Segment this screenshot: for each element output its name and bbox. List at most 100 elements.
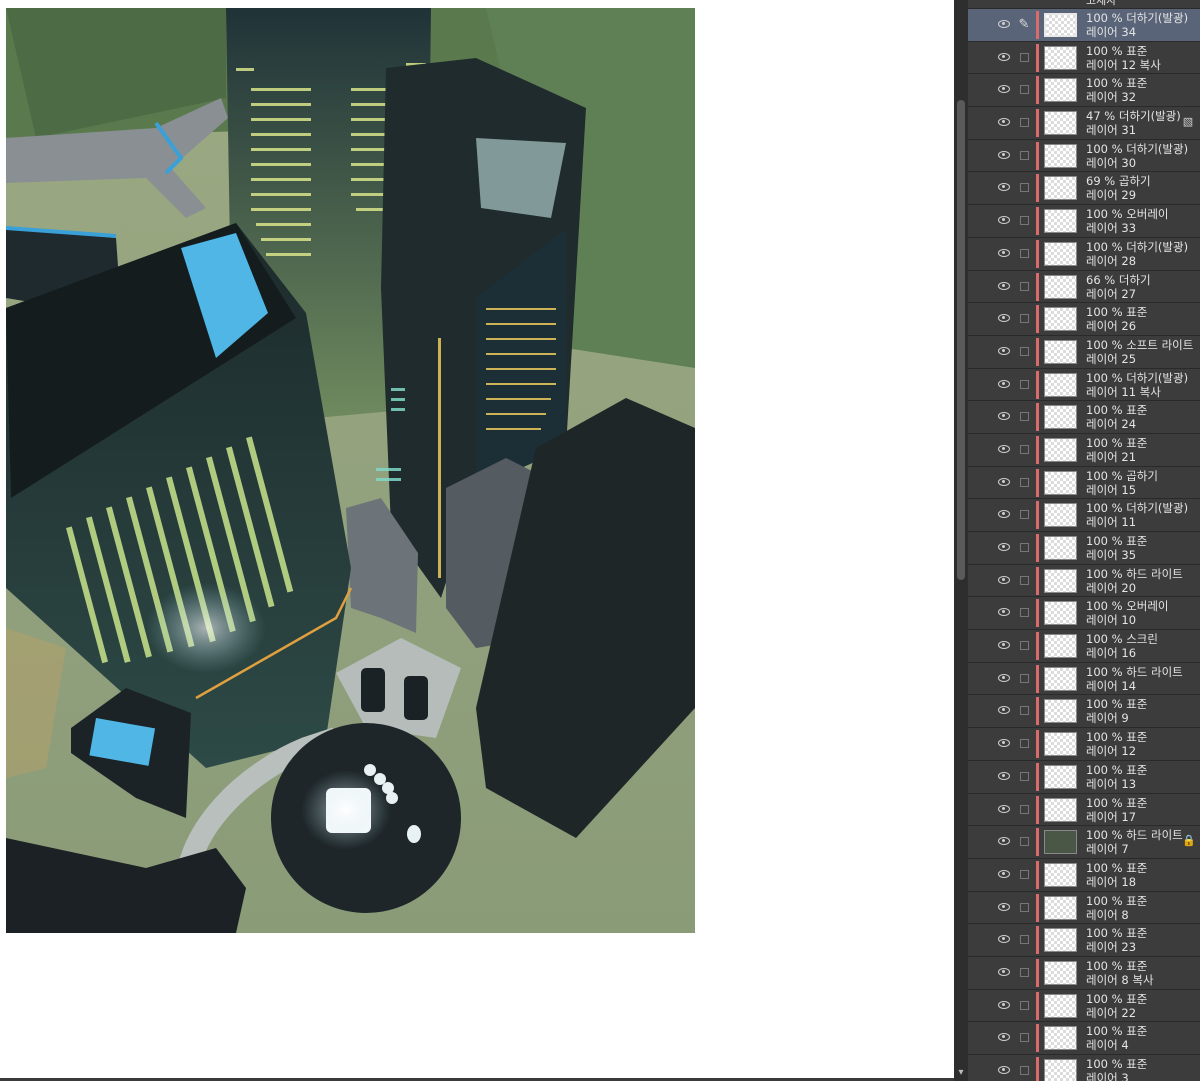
edit-target-checkbox[interactable] [1020,314,1029,324]
layer-thumbnail[interactable] [1044,372,1077,397]
layer-row[interactable]: 100 % 표준 레이어 21 [968,433,1200,467]
eye-icon[interactable] [998,1033,1010,1042]
edit-target-checkbox[interactable] [1020,412,1029,422]
layer-thumbnail[interactable] [1044,307,1077,332]
layer-thumbnail[interactable] [1044,111,1077,136]
eye-icon[interactable] [998,608,1010,617]
edit-target-checkbox[interactable] [1020,543,1029,552]
layer-thumbnail[interactable] [1044,960,1077,985]
pencil-icon[interactable]: ✎ [1016,16,1032,34]
layer-row[interactable]: 100 % 하드 라이트 레이어 20 [968,564,1200,598]
edit-target-checkbox[interactable] [1020,869,1029,879]
layer-row[interactable]: 47 % 더하기(발광) 레이어 31 ▧ [968,107,1200,140]
edit-target-checkbox[interactable] [1020,1000,1029,1010]
layer-thumbnail[interactable] [1044,764,1077,789]
layer-thumbnail[interactable] [1044,143,1077,168]
layer-row[interactable]: 100 % 표준 레이어 17 [968,793,1200,827]
layer-row[interactable]: 100 % 하드 라이트 레이어 7 🔒 [968,826,1200,859]
eye-icon[interactable] [998,248,1010,257]
layer-row[interactable]: 100 % 오버레이 레이어 10 [968,597,1200,631]
eye-icon[interactable] [998,804,1010,813]
layer-row[interactable]: 100 % 표준 레이어 22 [968,989,1200,1023]
layer-thumbnail[interactable] [1044,993,1077,1018]
layer-row[interactable]: 100 % 표준 레이어 24 [968,401,1200,434]
eye-icon[interactable] [998,216,1010,225]
layer-thumbnail[interactable] [1044,176,1077,201]
eye-icon[interactable] [998,935,1010,944]
eye-icon[interactable] [998,739,1010,748]
eye-icon[interactable] [998,379,1010,388]
eye-icon[interactable] [998,869,1010,878]
layer-thumbnail[interactable] [1044,732,1077,757]
eye-icon[interactable] [998,771,1010,780]
edit-target-checkbox[interactable] [1020,248,1029,258]
layer-thumbnail[interactable] [1044,895,1077,920]
edit-target-checkbox[interactable] [1020,608,1029,618]
eye-icon[interactable] [998,543,1010,551]
layer-thumbnail[interactable] [1044,470,1077,495]
layer-row[interactable]: 100 % 표준 레이어 26 [968,303,1200,336]
eye-icon[interactable] [998,444,1010,453]
layer-thumbnail[interactable] [1044,13,1077,37]
layer-thumbnail[interactable] [1044,536,1077,560]
layer-thumbnail[interactable] [1044,274,1077,299]
layer-thumbnail[interactable] [1044,1059,1077,1081]
edit-target-checkbox[interactable] [1020,706,1029,716]
artwork-canvas[interactable] [6,8,695,933]
layer-thumbnail[interactable] [1044,405,1077,430]
edit-target-checkbox[interactable] [1020,575,1029,585]
layer-row[interactable]: ✎ 100 % 더하기(발광) 레이어 34 [968,9,1200,42]
edit-target-checkbox[interactable] [1020,673,1029,683]
eye-icon[interactable] [998,967,1010,976]
eye-icon[interactable] [998,673,1010,682]
eye-icon[interactable] [998,183,1010,192]
layer-thumbnail[interactable] [1044,241,1077,266]
layer-row[interactable]: 100 % 오버레이 레이어 33 [968,205,1200,238]
eye-icon[interactable] [998,85,1010,94]
edit-target-checkbox[interactable] [1020,216,1029,226]
eye-icon[interactable] [998,575,1010,584]
edit-target-checkbox[interactable] [1020,85,1029,95]
layer-row[interactable]: 100 % 더하기(발광) 레이어 28 [968,237,1200,271]
eye-icon[interactable] [998,412,1010,421]
edit-target-checkbox[interactable] [1020,118,1029,128]
layer-row[interactable]: 66 % 더하기 레이어 27 [968,270,1200,304]
layer-thumbnail[interactable] [1044,437,1077,462]
edit-target-checkbox[interactable] [1020,967,1029,977]
layer-row[interactable]: 100 % 표준 레이어 4 [968,1022,1200,1055]
layer-row[interactable]: 100 % 소프트 라이트 레이어 25 [968,335,1200,369]
layer-row[interactable]: 100 % 표준 레이어 12 복사 [968,41,1200,75]
layer-thumbnail[interactable] [1044,666,1077,691]
layer-row[interactable]: 100 % 하드 라이트 레이어 14 [968,662,1200,696]
edit-target-checkbox[interactable] [1020,1033,1029,1043]
edit-target-checkbox[interactable] [1020,281,1029,291]
eye-icon[interactable] [998,118,1010,127]
eye-icon[interactable] [998,52,1010,61]
layer-row[interactable]: 100 % 표준 레이어 32 [968,74,1200,108]
layer-thumbnail[interactable] [1044,699,1077,724]
layer-thumbnail[interactable] [1044,78,1077,103]
eye-icon[interactable] [998,641,1010,650]
edit-target-checkbox[interactable] [1020,641,1029,651]
eye-icon[interactable] [998,314,1010,323]
layer-row[interactable]: 69 % 곱하기 레이어 29 [968,172,1200,206]
edit-target-checkbox[interactable] [1020,477,1029,487]
eye-icon[interactable] [998,150,1010,159]
layer-thumbnail[interactable] [1044,1026,1077,1051]
eye-icon[interactable] [998,1000,1010,1009]
layer-row[interactable]: 100 % 표준 레이어 23 [968,924,1200,957]
layer-thumbnail[interactable] [1044,862,1077,887]
layer-row[interactable]: 100 % 더하기(발광) 레이어 11 복사 [968,368,1200,402]
eye-icon[interactable] [998,510,1010,519]
layer-thumbnail[interactable] [1044,503,1077,528]
eye-icon[interactable] [998,281,1010,290]
eye-icon[interactable] [998,20,1010,28]
layer-thumbnail[interactable] [1044,339,1077,364]
edit-target-checkbox[interactable] [1020,52,1029,62]
layer-row[interactable]: 100 % 표준 레이어 35 [968,532,1200,565]
edit-target-checkbox[interactable] [1020,444,1029,454]
layer-panel-scroll-thumb[interactable] [957,100,965,580]
layer-row[interactable]: 100 % 표준 레이어 12 [968,728,1200,761]
eye-icon[interactable] [998,902,1010,911]
layer-thumbnail[interactable] [1044,928,1077,953]
